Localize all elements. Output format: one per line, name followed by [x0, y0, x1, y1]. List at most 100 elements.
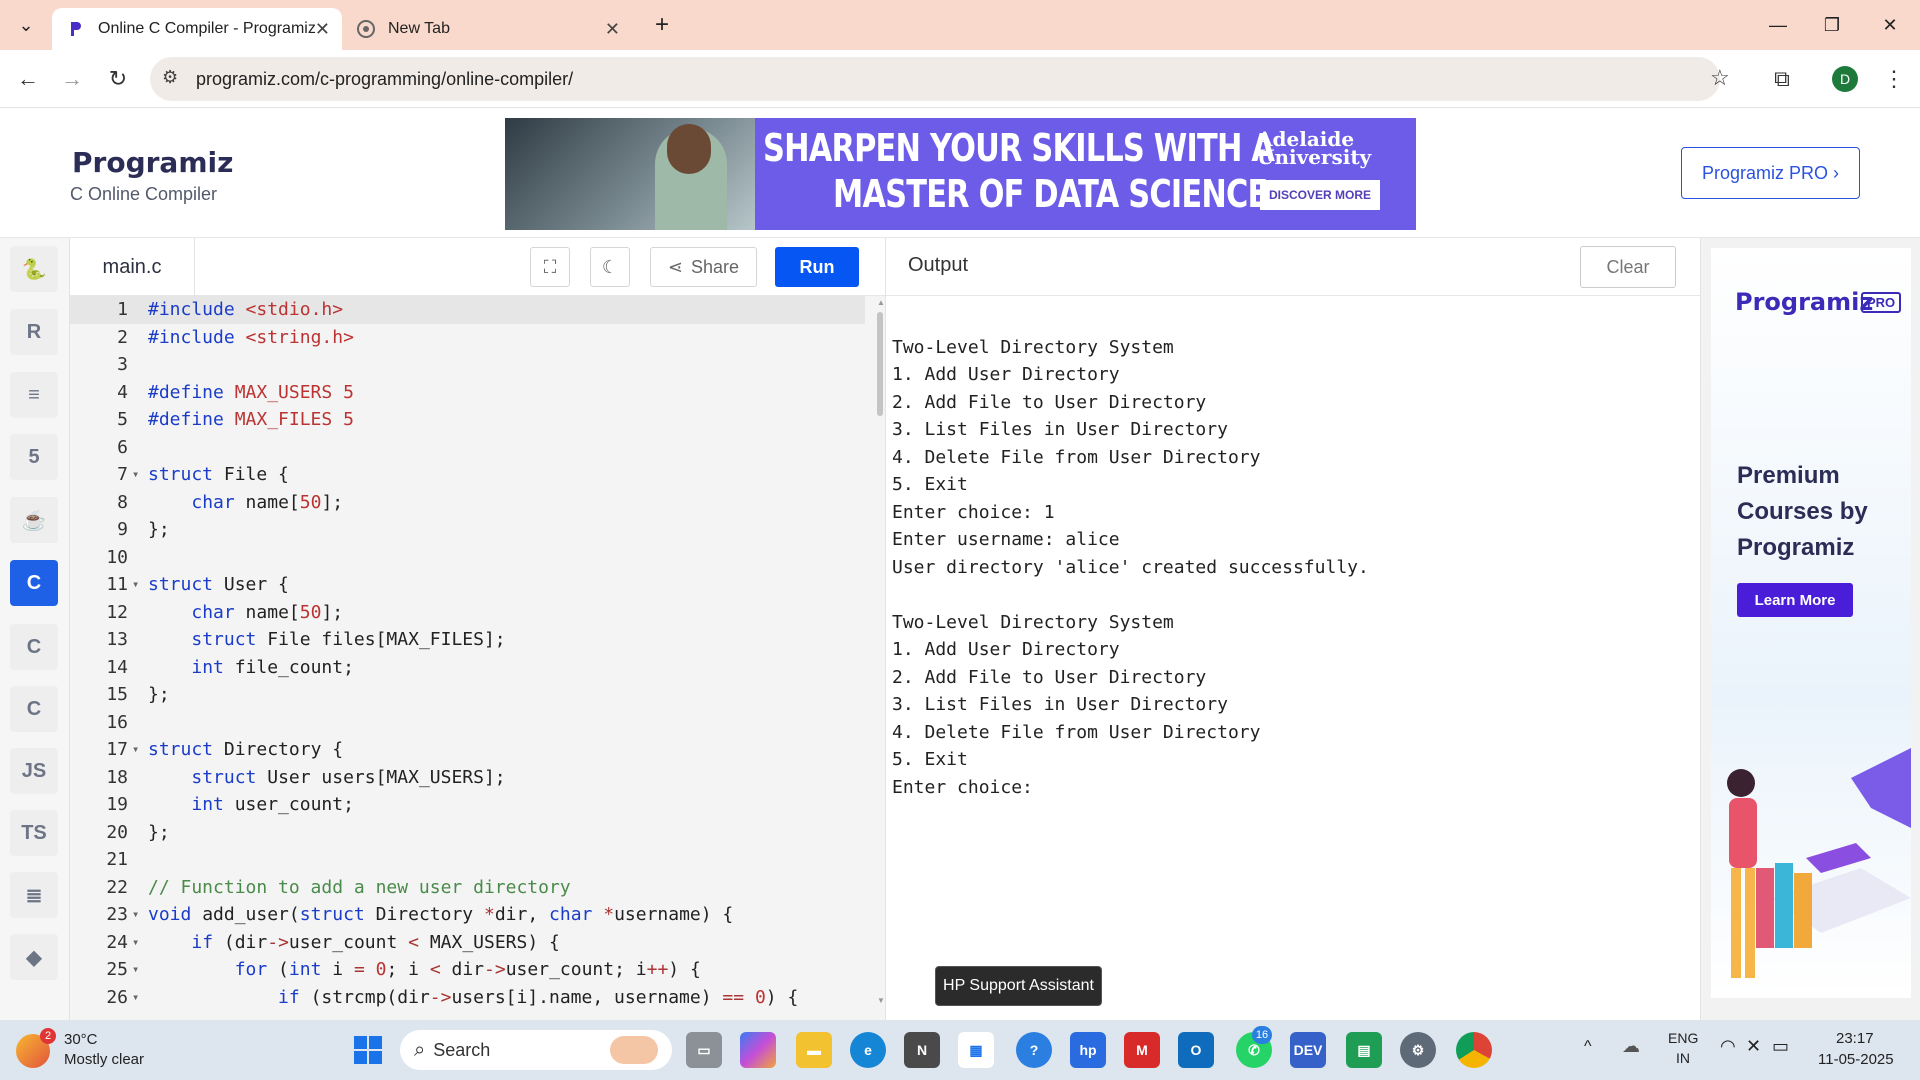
share-button[interactable]: ⋖ Share	[650, 247, 757, 287]
go-icon[interactable]: ≣	[10, 872, 58, 918]
code-line[interactable]: 15};	[70, 681, 865, 709]
fold-arrow-icon[interactable]: ▾	[132, 956, 139, 984]
code-line[interactable]: 26 ▾ if (strcmp(dir->users[i].name, usern…	[70, 984, 865, 1012]
clear-button[interactable]: Clear	[1580, 246, 1676, 288]
code-line[interactable]: 25 ▾ for (int i = 0; i < dir->user_count;…	[70, 956, 865, 984]
weather-temp[interactable]: 30°C	[64, 1031, 98, 1048]
ad-discover-button[interactable]: DISCOVER MORE	[1260, 180, 1380, 210]
code-line[interactable]: 5 #define MAX_FILES 5	[70, 406, 865, 434]
start-icon[interactable]	[350, 1032, 386, 1068]
close-tab-icon[interactable]: ✕	[315, 19, 330, 40]
code-line[interactable]: 19 int user_count;	[70, 791, 865, 819]
classroom-icon[interactable]: ▤	[1346, 1032, 1382, 1068]
r-icon[interactable]: R	[10, 309, 58, 355]
chrome-menu-icon[interactable]: ⋮	[1878, 63, 1910, 95]
wifi-icon[interactable]: ◠	[1720, 1036, 1736, 1057]
fold-arrow-icon[interactable]: ▾	[132, 984, 139, 1012]
code-line[interactable]: 13 struct File files[MAX_FILES];	[70, 626, 865, 654]
code-line[interactable]: 3	[70, 351, 865, 379]
file-explorer-icon[interactable]: ▬	[796, 1032, 832, 1068]
lang-bottom[interactable]: IN	[1676, 1050, 1690, 1066]
tab-online-c-compiler[interactable]: Online C Compiler - Programiz ✕	[52, 8, 342, 50]
devcpp-icon[interactable]: DEV	[1290, 1032, 1326, 1068]
tab-search-icon[interactable]: ⌄	[6, 10, 46, 40]
code-line[interactable]: 21	[70, 846, 865, 874]
edge-icon[interactable]: e	[850, 1032, 886, 1068]
code-line[interactable]: 14 int file_count;	[70, 654, 865, 682]
scroll-down-icon[interactable]: ▼	[877, 996, 885, 1005]
copilot-icon[interactable]	[740, 1032, 776, 1068]
code-line[interactable]: 9};	[70, 516, 865, 544]
fullscreen-icon[interactable]: ⛶	[530, 247, 570, 287]
ad-banner[interactable]: SHARPEN YOUR SKILLS WITH A MASTER OF DAT…	[505, 118, 1416, 230]
address-bar[interactable]: ⚙ programiz.com/c-programming/online-com…	[150, 57, 1730, 101]
taskbar-search[interactable]: ⌕ Search	[400, 1030, 672, 1070]
ts-icon[interactable]: TS	[10, 810, 58, 856]
restore-icon[interactable]: ❐	[1812, 10, 1852, 40]
sql-icon[interactable]: ≡	[10, 372, 58, 418]
file-tab-main-c[interactable]: main.c	[70, 238, 195, 296]
code-line[interactable]: 7 ▾ struct File {	[70, 461, 865, 489]
cpp-icon[interactable]: C	[10, 624, 58, 670]
python-icon[interactable]: 🐍	[10, 246, 58, 292]
code-line[interactable]: 16	[70, 709, 865, 737]
java-icon[interactable]: ☕	[10, 497, 58, 543]
programiz-pro-ad[interactable]: Programiz PRO Premium Courses by Program…	[1711, 248, 1911, 998]
close-tab-icon[interactable]: ✕	[605, 19, 620, 40]
window-close-icon[interactable]: ✕	[1870, 10, 1910, 40]
reload-icon[interactable]: ↻	[102, 63, 134, 95]
code-line[interactable]: 4 #define MAX_USERS 5	[70, 379, 865, 407]
programiz-logo[interactable]: Programiz	[72, 146, 233, 179]
fold-arrow-icon[interactable]: ▾	[132, 901, 139, 929]
task-view-icon[interactable]: ▭	[686, 1032, 722, 1068]
back-icon[interactable]: ←	[12, 63, 44, 95]
fold-arrow-icon[interactable]: ▾	[132, 929, 139, 957]
dark-mode-icon[interactable]: ☾	[590, 247, 630, 287]
code-line[interactable]: 17 ▾ struct Directory {	[70, 736, 865, 764]
extensions-icon[interactable]: ⧉	[1766, 63, 1798, 95]
fold-arrow-icon[interactable]: ▾	[132, 461, 139, 489]
learn-more-button[interactable]: Learn More	[1737, 583, 1853, 617]
chrome-icon[interactable]	[1456, 1032, 1492, 1068]
code-line[interactable]: 8 char name[50];	[70, 489, 865, 517]
code-line[interactable]: 18 struct User users[MAX_USERS];	[70, 764, 865, 792]
output-panel[interactable]: Two-Level Directory System 1. Add User Di…	[885, 296, 1700, 1020]
fold-arrow-icon[interactable]: ▾	[132, 736, 139, 764]
notes-app-icon[interactable]: N	[904, 1032, 940, 1068]
hp-support-icon[interactable]: ?	[1016, 1032, 1052, 1068]
fold-arrow-icon[interactable]: ▾	[132, 571, 139, 599]
clock-time[interactable]: 23:17	[1836, 1030, 1874, 1047]
code-line[interactable]: 11 ▾ struct User {	[70, 571, 865, 599]
bookmark-star-icon[interactable]: ☆	[1710, 65, 1730, 91]
code-line[interactable]: 1 #include <stdio.h>	[70, 296, 865, 324]
new-tab-icon[interactable]: +	[642, 10, 682, 40]
forward-icon[interactable]: →	[56, 63, 88, 95]
volume-muted-icon[interactable]: ✕	[1746, 1036, 1761, 1057]
minimize-icon[interactable]: —	[1758, 10, 1798, 40]
code-line[interactable]: 10	[70, 544, 865, 572]
editor-scrollbar[interactable]: ▲ ▼	[875, 296, 885, 1020]
tray-chevron-icon[interactable]: ^	[1584, 1038, 1592, 1056]
myhp-icon[interactable]: hp	[1070, 1032, 1106, 1068]
outlook-icon[interactable]: O	[1178, 1032, 1214, 1068]
onedrive-icon[interactable]: ☁	[1622, 1036, 1640, 1057]
programiz-pro-button[interactable]: Programiz PRO ›	[1681, 147, 1860, 199]
mcafee-icon[interactable]: M	[1124, 1032, 1160, 1068]
battery-icon[interactable]: ▭	[1772, 1036, 1789, 1057]
weather-desc[interactable]: Mostly clear	[64, 1051, 144, 1068]
clock-date[interactable]: 11-05-2025	[1818, 1051, 1894, 1068]
code-editor[interactable]: 1 #include <stdio.h> 2 #include <string.h> 3…	[70, 296, 885, 1020]
profile-avatar[interactable]: D	[1832, 66, 1858, 92]
site-info-icon[interactable]: ⚙	[162, 67, 178, 88]
code-line[interactable]: 22 // Function to add a new user director…	[70, 874, 865, 902]
html-icon[interactable]: 5	[10, 434, 58, 480]
scroll-up-icon[interactable]: ▲	[877, 298, 885, 307]
js-icon[interactable]: JS	[10, 748, 58, 794]
code-line[interactable]: 24 ▾ if (dir->user_count < MAX_USERS) {	[70, 929, 865, 957]
lang-top[interactable]: ENG	[1668, 1030, 1698, 1046]
run-button[interactable]: Run	[775, 247, 859, 287]
code-line[interactable]: 20};	[70, 819, 865, 847]
settings-icon[interactable]: ⚙	[1400, 1032, 1436, 1068]
swift-icon[interactable]: ◆	[10, 934, 58, 980]
code-line[interactable]: 2 #include <string.h>	[70, 324, 865, 352]
